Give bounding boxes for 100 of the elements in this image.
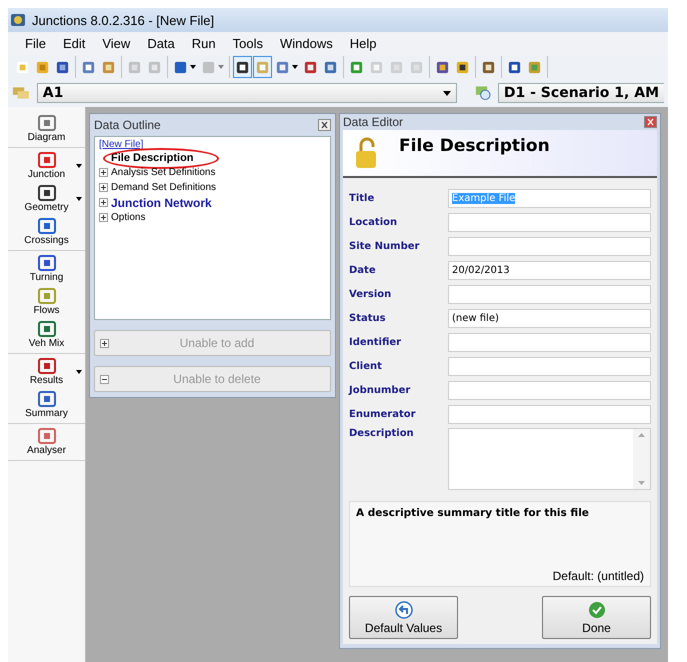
tool-icon bbox=[36, 427, 56, 445]
toolbar-icon bbox=[127, 60, 142, 74]
toolbar-icon bbox=[81, 60, 96, 74]
sidebar-item[interactable]: Analyser bbox=[8, 427, 85, 456]
toolbar-icon bbox=[349, 60, 364, 74]
sidebar-item[interactable]: Results bbox=[8, 357, 85, 386]
field-label: Title bbox=[349, 192, 376, 204]
default-values-button[interactable]: Default Values bbox=[349, 596, 458, 639]
toolbar-icon bbox=[507, 60, 522, 74]
field-label: Status bbox=[349, 312, 387, 324]
field-label: Version bbox=[349, 288, 392, 300]
field-label: Date bbox=[349, 264, 377, 276]
tool-icon bbox=[36, 390, 56, 408]
sidebar-item[interactable]: Veh Mix bbox=[8, 320, 85, 349]
analysis-set-dropdown[interactable]: A1 bbox=[36, 83, 458, 103]
tree-root[interactable]: [New File] bbox=[99, 139, 326, 150]
field-label: Site Number bbox=[349, 240, 420, 252]
checkmark-icon bbox=[588, 600, 606, 618]
tool-icon bbox=[36, 151, 56, 169]
tool-icon bbox=[36, 254, 56, 272]
expand-icon[interactable] bbox=[99, 168, 108, 177]
expand-icon[interactable] bbox=[99, 183, 108, 192]
toolbar-icon bbox=[275, 60, 290, 74]
menu-item[interactable]: Tools bbox=[228, 36, 275, 51]
demand-set-dropdown[interactable]: D1 - Scenario 1, AM bbox=[498, 83, 664, 103]
toolbar-icon bbox=[101, 60, 116, 74]
field-label: Location bbox=[349, 216, 398, 228]
padlock-icon bbox=[355, 136, 379, 170]
menu-item[interactable]: Windows bbox=[275, 36, 345, 51]
close-icon[interactable] bbox=[644, 116, 657, 128]
menu-item[interactable]: Run bbox=[186, 36, 228, 51]
menu-item[interactable]: Data bbox=[142, 36, 187, 51]
toolbar-icon bbox=[255, 60, 270, 74]
tree-item[interactable]: Demand Set Definitions bbox=[111, 182, 216, 193]
input-field[interactable] bbox=[448, 332, 651, 352]
expand-icon[interactable] bbox=[99, 213, 108, 222]
sidebar-item[interactable]: Turning bbox=[8, 254, 85, 283]
input-field[interactable]: (new file) bbox=[448, 308, 651, 328]
toolbar-icon bbox=[323, 60, 338, 74]
tool-icon bbox=[36, 320, 56, 338]
toolbar-icon bbox=[435, 60, 450, 74]
scroll-up-icon[interactable] bbox=[638, 433, 645, 437]
tool-icon bbox=[36, 287, 56, 305]
layers-icon bbox=[12, 86, 31, 100]
editor-heading: File Description bbox=[399, 136, 550, 156]
toolbar-icon bbox=[481, 60, 496, 74]
tree-item[interactable]: File Description bbox=[111, 152, 194, 164]
scrollbar[interactable] bbox=[633, 429, 650, 489]
caret-icon bbox=[292, 65, 298, 69]
tree-item[interactable]: Junction Network bbox=[111, 196, 212, 210]
field-label: Enumerator bbox=[349, 408, 417, 420]
sidebar-item[interactable]: Diagram bbox=[8, 114, 85, 143]
input-field[interactable]: 20/02/2013 bbox=[448, 260, 651, 280]
menu-item[interactable]: Edit bbox=[58, 36, 98, 51]
app-icon bbox=[10, 13, 26, 27]
input-field[interactable] bbox=[448, 380, 651, 400]
toolbar-icon bbox=[15, 60, 30, 74]
undo-icon bbox=[394, 600, 412, 618]
input-field[interactable] bbox=[448, 356, 651, 376]
input-field[interactable] bbox=[448, 236, 651, 256]
sidebar-item[interactable]: Junction bbox=[8, 151, 85, 180]
sidebar-item[interactable]: Crossings bbox=[8, 217, 85, 246]
panel-title: Data Outline bbox=[94, 118, 161, 132]
toolbar-icon bbox=[409, 60, 424, 74]
tool-icon bbox=[36, 217, 56, 235]
field-label: Identifier bbox=[349, 336, 402, 348]
input-field[interactable] bbox=[448, 284, 651, 304]
menu-item[interactable]: View bbox=[97, 36, 142, 51]
sidebar-item[interactable]: Geometry bbox=[8, 184, 85, 213]
expand-icon[interactable] bbox=[99, 198, 108, 207]
toolbar-icon bbox=[235, 60, 250, 74]
sidebar-item[interactable]: Flows bbox=[8, 287, 85, 316]
sidebar-item[interactable]: Summary bbox=[8, 390, 85, 419]
window-title: Junctions 8.0.2.316 - [New File] bbox=[32, 12, 214, 28]
scroll-down-icon[interactable] bbox=[638, 481, 645, 485]
tree-item[interactable]: Options bbox=[111, 212, 146, 223]
help-text: A descriptive summary title for this file bbox=[356, 507, 590, 519]
field-label: Client bbox=[349, 360, 383, 372]
tree-item[interactable]: Analysis Set Definitions bbox=[111, 167, 216, 178]
toolbar-button[interactable] bbox=[233, 56, 252, 78]
toolbar-icon bbox=[369, 60, 384, 74]
menu-item[interactable]: File bbox=[20, 36, 58, 51]
toolbar-icon bbox=[35, 60, 50, 74]
caret-icon bbox=[218, 65, 224, 69]
done-button[interactable]: Done bbox=[542, 596, 651, 639]
close-icon[interactable] bbox=[318, 119, 331, 131]
toolbar-icon bbox=[147, 60, 162, 74]
tool-icon bbox=[36, 184, 56, 202]
input-field[interactable] bbox=[448, 212, 651, 232]
toolbar-icon bbox=[389, 60, 404, 74]
menu-item[interactable]: Help bbox=[344, 36, 388, 51]
input-field[interactable] bbox=[448, 404, 651, 424]
toolbar-icon bbox=[455, 60, 470, 74]
tool-icon bbox=[36, 114, 56, 132]
toolbar-icon bbox=[55, 60, 70, 74]
caret-icon bbox=[443, 90, 452, 96]
field-label: Description bbox=[349, 428, 415, 439]
default-text: Default: (untitled) bbox=[552, 569, 644, 583]
toolbar-icon bbox=[173, 60, 188, 74]
caret-icon bbox=[190, 65, 196, 69]
